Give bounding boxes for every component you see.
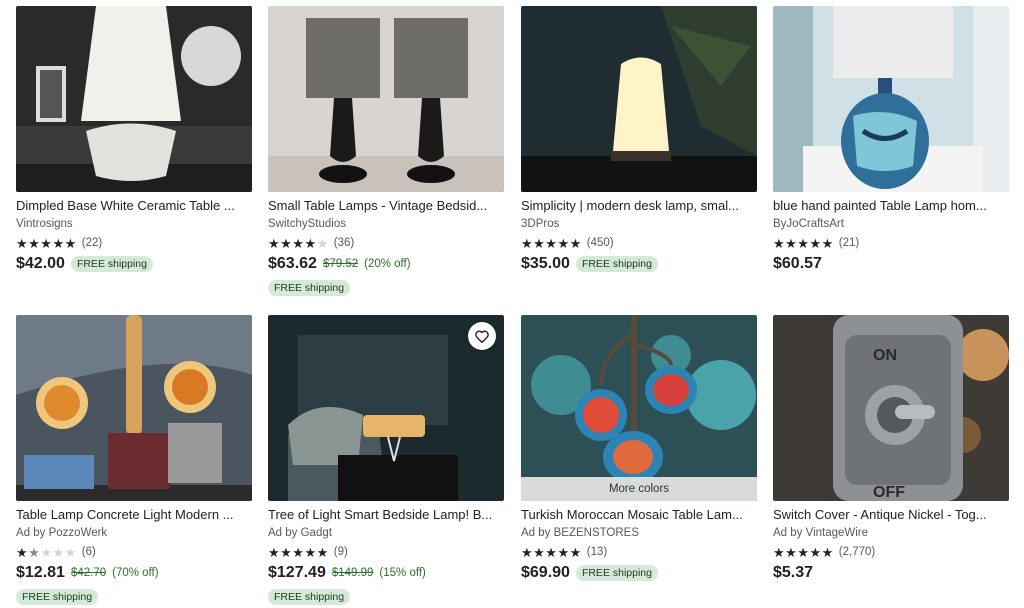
shop-name: Ad by VintageWire (773, 527, 869, 539)
star-rating: ★★★★★ (268, 545, 329, 560)
listing-card[interactable]: Simplicity | modern desk lamp, smal... 3… (521, 6, 757, 273)
original-price: $79.52 (322, 258, 359, 270)
svg-text:ON: ON (873, 347, 897, 364)
svg-text:OFF: OFF (873, 484, 905, 501)
star-rating: ★★★★★ (16, 236, 77, 251)
listing-image[interactable] (773, 6, 1009, 192)
free-shipping-badge: FREE shipping (70, 256, 153, 272)
listing-image[interactable] (16, 6, 252, 192)
rating: ★★★★★ (9) (268, 545, 504, 560)
shop-name: SwitchyStudios (268, 218, 346, 230)
listing-title[interactable]: Tree of Light Smart Bedside Lamp! B... (268, 506, 504, 523)
price: $60.57 (773, 255, 822, 272)
price: $12.81 (16, 564, 65, 581)
review-count: (9) (333, 546, 348, 558)
listing-title[interactable]: Turkish Moroccan Mosaic Table Lam... (521, 506, 757, 523)
review-count: (13) (586, 546, 608, 558)
star-rating: ★★★★★ (521, 545, 582, 560)
discount-label: (20% off) (364, 258, 411, 270)
review-count: (21) (838, 237, 860, 249)
free-shipping-badge: FREE shipping (575, 565, 658, 581)
rating: ★★★★★ (21) (773, 236, 1009, 251)
review-count: (450) (586, 237, 614, 249)
rating: ★★★★★ (36) (268, 236, 504, 251)
review-count: (22) (81, 237, 103, 249)
listing-title[interactable]: blue hand painted Table Lamp hom... (773, 197, 1009, 214)
listing-title[interactable]: Simplicity | modern desk lamp, smal... (521, 197, 757, 214)
listing-image[interactable] (521, 6, 757, 192)
listing-image[interactable]: More colors (521, 315, 757, 501)
rating: ★★★★★ (2,770) (773, 545, 1009, 560)
listing-title[interactable]: Dimpled Base White Ceramic Table ... (16, 197, 252, 214)
price: $42.00 (16, 255, 65, 272)
heart-icon (475, 330, 489, 343)
free-shipping-badge: FREE shipping (575, 256, 658, 272)
listing-card[interactable]: Dimpled Base White Ceramic Table ... Vin… (16, 6, 252, 273)
price: $69.90 (521, 564, 570, 581)
star-rating: ★★★★★ (773, 545, 834, 560)
star-rating: ★★★★★ (16, 545, 77, 560)
rating: ★★★★★ (22) (16, 236, 252, 251)
favorite-button[interactable] (468, 322, 496, 350)
original-price: $42.70 (70, 567, 107, 579)
shop-name: Ad by Gadgt (268, 527, 332, 539)
listing-image[interactable] (268, 6, 504, 192)
star-rating: ★★★★★ (773, 236, 834, 251)
listing-title[interactable]: Table Lamp Concrete Light Modern ... (16, 506, 252, 523)
shop-name: Ad by PozzoWerk (16, 527, 108, 539)
more-colors-label[interactable]: More colors (521, 477, 757, 501)
listing-card[interactable]: More colors Turkish Moroccan Mosaic Tabl… (521, 315, 757, 582)
star-rating: ★★★★★ (521, 236, 582, 251)
shop-name: 3DPros (521, 218, 560, 230)
listing-card[interactable]: Small Table Lamps - Vintage Bedsid... Sw… (268, 6, 504, 296)
rating: ★★★★★ (13) (521, 545, 757, 560)
listing-card[interactable]: ON OFF Switch Cover - Antique Nickel - T… (773, 315, 1009, 582)
price: $5.37 (773, 564, 814, 581)
shop-name: ByJoCraftsArt (773, 218, 844, 230)
discount-label: (70% off) (112, 567, 159, 579)
listing-image[interactable] (16, 315, 252, 501)
free-shipping-badge: FREE shipping (268, 589, 351, 605)
star-rating: ★★★★★ (268, 236, 329, 251)
shop-name: Ad by BEZENSTORES (521, 527, 640, 539)
listing-image[interactable] (268, 315, 504, 501)
shop-name: Vintrosigns (16, 218, 73, 230)
price: $35.00 (521, 255, 570, 272)
listing-card[interactable]: blue hand painted Table Lamp hom... ByJo… (773, 6, 1009, 273)
price: $63.62 (268, 255, 317, 272)
listing-card[interactable]: Table Lamp Concrete Light Modern ... Ad … (16, 315, 252, 605)
rating: ★★★★★ (450) (521, 236, 757, 251)
listing-image[interactable]: ON OFF (773, 315, 1009, 501)
free-shipping-badge: FREE shipping (16, 589, 99, 605)
original-price: $149.99 (331, 567, 374, 579)
review-count: (2,770) (838, 546, 876, 558)
listing-card[interactable]: Tree of Light Smart Bedside Lamp! B... A… (268, 315, 504, 605)
free-shipping-badge: FREE shipping (268, 280, 351, 296)
discount-label: (15% off) (379, 567, 426, 579)
listing-title[interactable]: Switch Cover - Antique Nickel - Tog... (773, 506, 1009, 523)
rating: ★★★★★ (6) (16, 545, 252, 560)
review-count: (36) (333, 237, 355, 249)
price: $127.49 (268, 564, 326, 581)
listing-title[interactable]: Small Table Lamps - Vintage Bedsid... (268, 197, 504, 214)
review-count: (6) (81, 546, 96, 558)
